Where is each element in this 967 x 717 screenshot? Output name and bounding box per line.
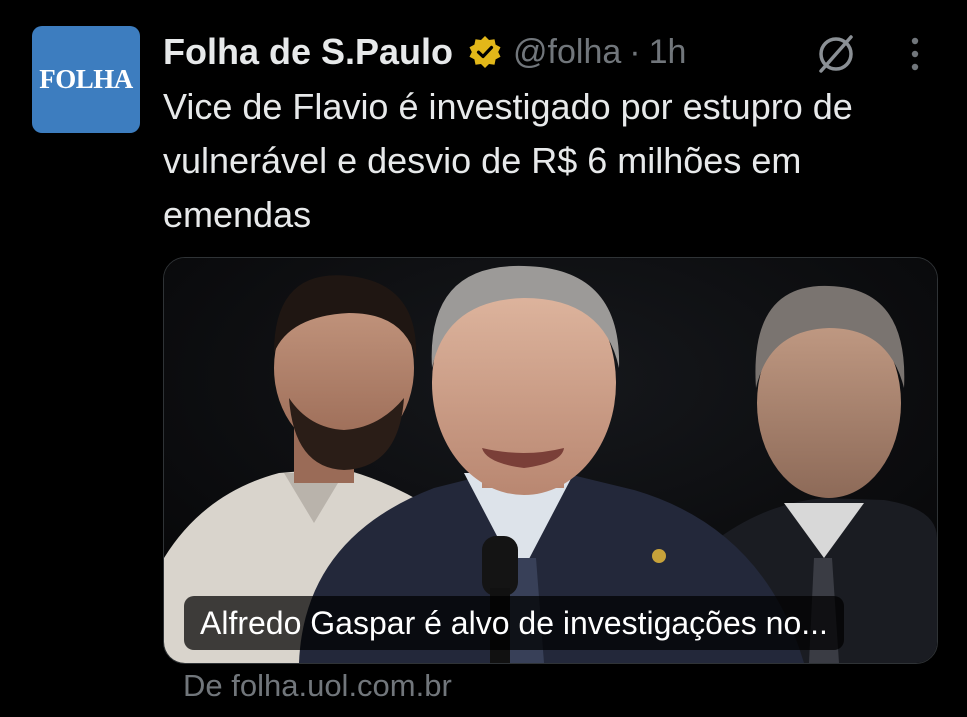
avatar[interactable]: FOLHA [32, 26, 140, 133]
grok-icon[interactable] [812, 30, 860, 78]
more-options-icon[interactable] [900, 30, 930, 78]
card-source-link[interactable]: De folha.uol.com.br [183, 668, 452, 704]
tweet-text: Vice de Flavio é investigado por estupro… [163, 86, 853, 235]
tweet[interactable]: FOLHA Folha de S.Paulo @folha · 1h Vice … [0, 0, 967, 717]
avatar-logo-text: FOLHA [39, 64, 133, 94]
tweet-header: Folha de S.Paulo @folha · 1h [163, 26, 686, 78]
handle[interactable]: @folha [513, 33, 621, 72]
timestamp[interactable]: 1h [649, 33, 687, 72]
separator-dot: · [629, 32, 641, 71]
card-caption: Alfredo Gaspar é alvo de investigações n… [184, 596, 844, 650]
link-card[interactable]: Alfredo Gaspar é alvo de investigações n… [163, 257, 938, 664]
verified-badge-icon[interactable] [467, 34, 503, 70]
display-name[interactable]: Folha de S.Paulo [163, 31, 453, 73]
